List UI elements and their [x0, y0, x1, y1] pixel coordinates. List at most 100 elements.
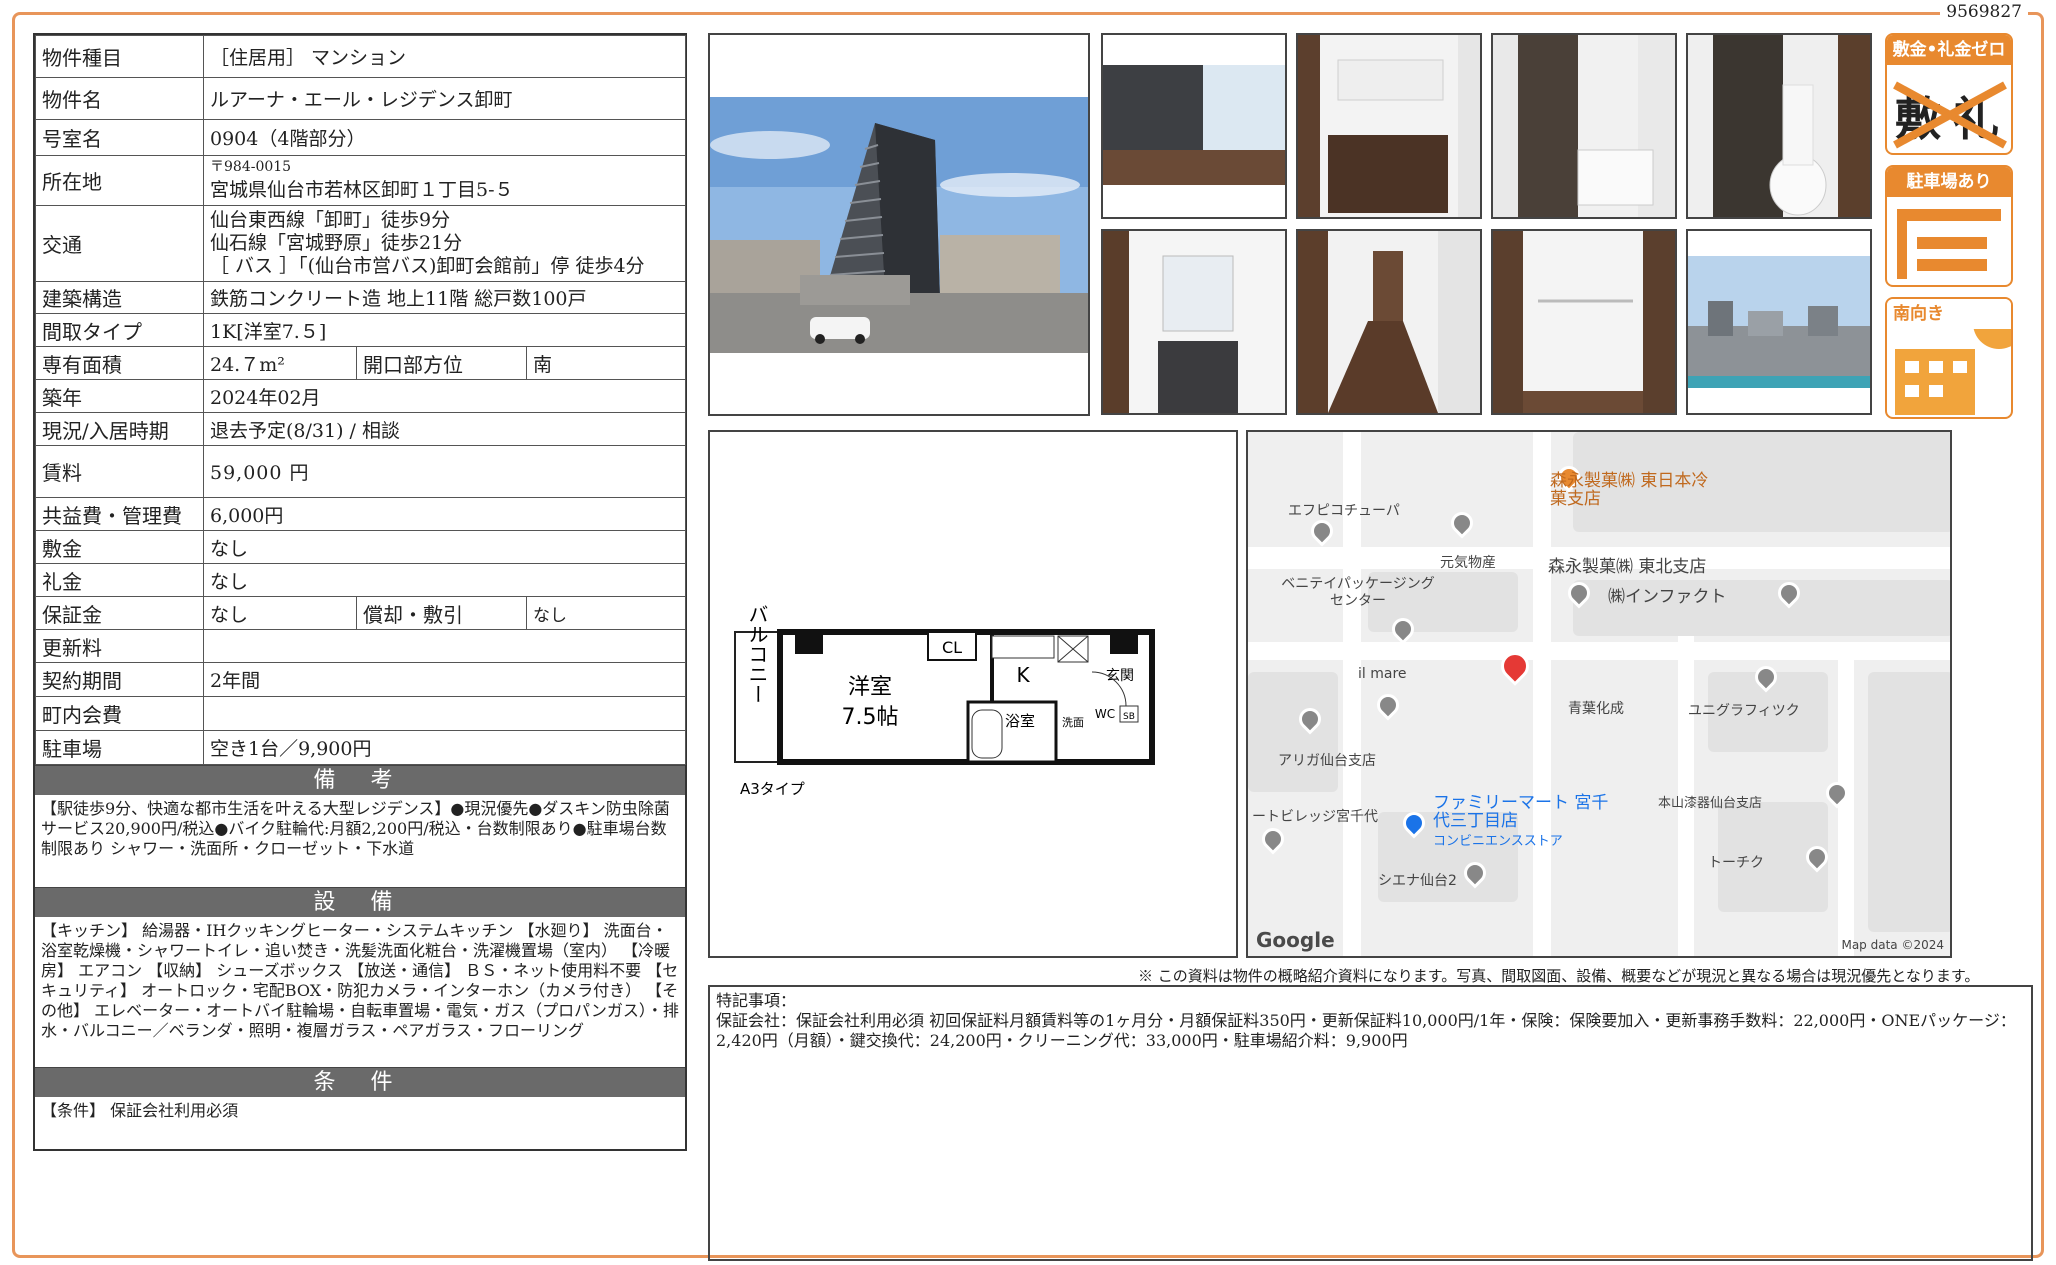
special-notes: 特記事項： 保証会社：保証会社利用必須 初回保証料月額賃料等の1ヶ月分・月額保証…	[708, 985, 2033, 1261]
label-wash: 洗面	[1062, 716, 1084, 729]
row-structure: 建築構造 鉄筋コンクリート造 地上11階 総戸数100戸	[35, 281, 687, 314]
label-closet: CL	[942, 638, 962, 657]
row-contract: 契約期間 2年間	[35, 662, 687, 697]
value-community-fee	[202, 696, 687, 731]
photo-toilet	[1686, 33, 1872, 219]
label-floorplan-type: A3タイプ	[740, 780, 805, 798]
parking-icon	[1897, 209, 2001, 279]
row-rent: 賃料 59,000 円	[35, 445, 687, 498]
row-community-fee: 町内会費	[35, 696, 687, 731]
map-label: コンビニエンスストア	[1433, 834, 1563, 849]
sun-house-icon	[1895, 299, 2011, 415]
map-label: ートビレッジ宮千代	[1252, 809, 1378, 825]
row-area: 専有面積 24.７m² 開口部方位 南	[35, 346, 687, 380]
label-amortization: 償却・敷引	[356, 596, 527, 630]
label-deposit: 敷金	[35, 530, 204, 564]
label-renewal: 更新料	[35, 629, 204, 663]
washroom-illustration	[1103, 231, 1285, 413]
floor-plan-drawing: バルコニー 洋室 7.5帖 CL K 玄関 浴室 洗面 WC SB A3タイプ	[734, 604, 1155, 798]
transport-line: ［ バス ］「(仙台市営バス)卸町会館前」停 徒歩4分	[210, 255, 645, 277]
map-label: 本山漆器仙台支店	[1658, 796, 1763, 811]
value-direction: 南	[525, 346, 687, 380]
value-room-no: 0904（4階部分）	[202, 119, 687, 156]
facilities-header: 設 備	[35, 887, 685, 917]
map-label: ファミリーマート 宮千代三丁目店	[1433, 793, 1609, 831]
label-entrance: 玄関	[1106, 667, 1134, 684]
conditions-body: 【条件】 保証会社利用必須	[41, 1101, 239, 1120]
remarks-header: 備 考	[35, 765, 685, 795]
badge-south-title: 南向き	[1887, 299, 2011, 329]
label-property-name: 物件名	[35, 77, 204, 120]
label-bath: 浴室	[1005, 712, 1035, 730]
spec-table: 物件種目 ［住居用］ マンション 物件名 ルアーナ・エール・レジデンス卸町 号室…	[35, 35, 687, 765]
value-guarantee: なし	[203, 596, 357, 630]
row-address: 所在地 〒984-0015 宮城県仙台市若林区卸町１丁目5-５	[35, 155, 687, 206]
address-text: 宮城県仙台市若林区卸町１丁目5-５	[210, 178, 514, 201]
value-deposit: なし	[202, 530, 687, 564]
view-illustration	[1688, 231, 1870, 413]
label-shoe-box: SB	[1123, 712, 1135, 722]
building-photo	[708, 33, 1090, 416]
label-layout: 間取タイプ	[35, 313, 204, 347]
row-key-money: 礼金 なし	[35, 563, 687, 597]
label-balcony: バルコニー	[745, 604, 769, 704]
no-deposit-icon: 敷 礼	[1893, 81, 2007, 149]
label-kitchen: K	[1016, 663, 1030, 687]
row-property-name: 物件名 ルアーナ・エール・レジデンス卸町	[35, 77, 687, 120]
row-transport: 交通 仙台東西線「卸町」徒歩9分 仙石線「宮城野原」徒歩21分 ［ バス ］「(…	[35, 205, 687, 282]
map-credit: Map data ©2024	[1841, 938, 1944, 952]
value-built: 2024年02月	[202, 379, 687, 413]
photo-hallway	[1296, 229, 1482, 415]
map-label: 森永製菓㈱ 東日本冷菓支店	[1550, 471, 1709, 509]
value-address: 〒984-0015 宮城県仙台市若林区卸町１丁目5-５	[202, 155, 687, 206]
label-direction: 開口部方位	[356, 346, 527, 380]
transport-line: 仙台東西線「卸町」徒歩9分	[210, 209, 451, 231]
badge-no-deposit-title: 敷金•礼金ゼロ	[1887, 35, 2011, 65]
value-property-type: ［住居用］ マンション	[202, 35, 687, 78]
label-contract: 契約期間	[35, 662, 204, 697]
label-address: 所在地	[35, 155, 204, 206]
value-contract: 2年間	[202, 662, 687, 697]
photo-living-room	[1101, 33, 1287, 219]
value-parking: 空き1台／9,900円	[202, 730, 687, 765]
map-label: トーチク	[1708, 855, 1764, 871]
map-label: 元気物産	[1440, 555, 1496, 571]
building-illustration	[710, 97, 1088, 353]
value-renewal	[202, 629, 687, 663]
label-guarantee: 保証金	[35, 596, 204, 630]
value-transport: 仙台東西線「卸町」徒歩9分 仙石線「宮城野原」徒歩21分 ［ バス ］「(仙台市…	[202, 205, 687, 282]
label-structure: 建築構造	[35, 281, 204, 314]
label-key-money: 礼金	[35, 563, 204, 597]
badge-no-deposit: 敷金•礼金ゼロ 敷 礼	[1885, 33, 2013, 155]
value-layout: 1K[洋室7.５]	[202, 313, 687, 347]
bathroom-illustration	[1493, 35, 1675, 217]
google-logo: Google	[1256, 928, 1335, 952]
value-property-name: ルアーナ・エール・レジデンス卸町	[202, 77, 687, 120]
row-renewal: 更新料	[35, 629, 687, 663]
badge-parking-title: 駐車場あり	[1887, 167, 2011, 197]
row-room-no: 号室名 0904（4階部分）	[35, 119, 687, 156]
special-notes-title: 特記事項：	[716, 991, 797, 1010]
photo-view	[1686, 229, 1872, 415]
row-deposit: 敷金 なし	[35, 530, 687, 564]
badge-south-facing: 南向き	[1885, 297, 2013, 419]
conditions-header: 条 件	[35, 1067, 685, 1097]
value-structure: 鉄筋コンクリート造 地上11階 総戸数100戸	[202, 281, 687, 314]
location-map[interactable]: エフピコチューパ 元気物産 森永製菓㈱ 東日本冷菓支店 森永製菓㈱ 東北支店 ㈱…	[1246, 430, 1952, 958]
label-area: 専有面積	[35, 346, 204, 380]
row-mgmt-fee: 共益費・管理費 6,000円	[35, 497, 687, 531]
disclaimer-text: ※ この資料は物件の概略紹介資料になります。写真、間取図面、設備、概要などが現況…	[1138, 967, 1980, 985]
label-room: 洋室	[848, 675, 892, 700]
map-label: 森永製菓㈱ 東北支店	[1548, 557, 1707, 577]
photo-bathroom	[1491, 33, 1677, 219]
row-property-type: 物件種目 ［住居用］ マンション	[35, 35, 687, 78]
toilet-illustration	[1688, 35, 1870, 217]
floor-plan: バルコニー 洋室 7.5帖 CL K 玄関 浴室 洗面 WC SB A3タイプ	[708, 430, 1238, 958]
photo-kitchen	[1296, 33, 1482, 219]
row-layout: 間取タイプ 1K[洋室7.５]	[35, 313, 687, 347]
label-wc: WC	[1095, 707, 1115, 721]
value-mgmt-fee: 6,000円	[202, 497, 687, 531]
spec-panel: 物件種目 ［住居用］ マンション 物件名 ルアーナ・エール・レジデンス卸町 号室…	[33, 33, 687, 1151]
transport-line: 仙石線「宮城野原」徒歩21分	[210, 232, 463, 254]
row-status: 現況/入居時期 退去予定(8/31) / 相談	[35, 412, 687, 446]
